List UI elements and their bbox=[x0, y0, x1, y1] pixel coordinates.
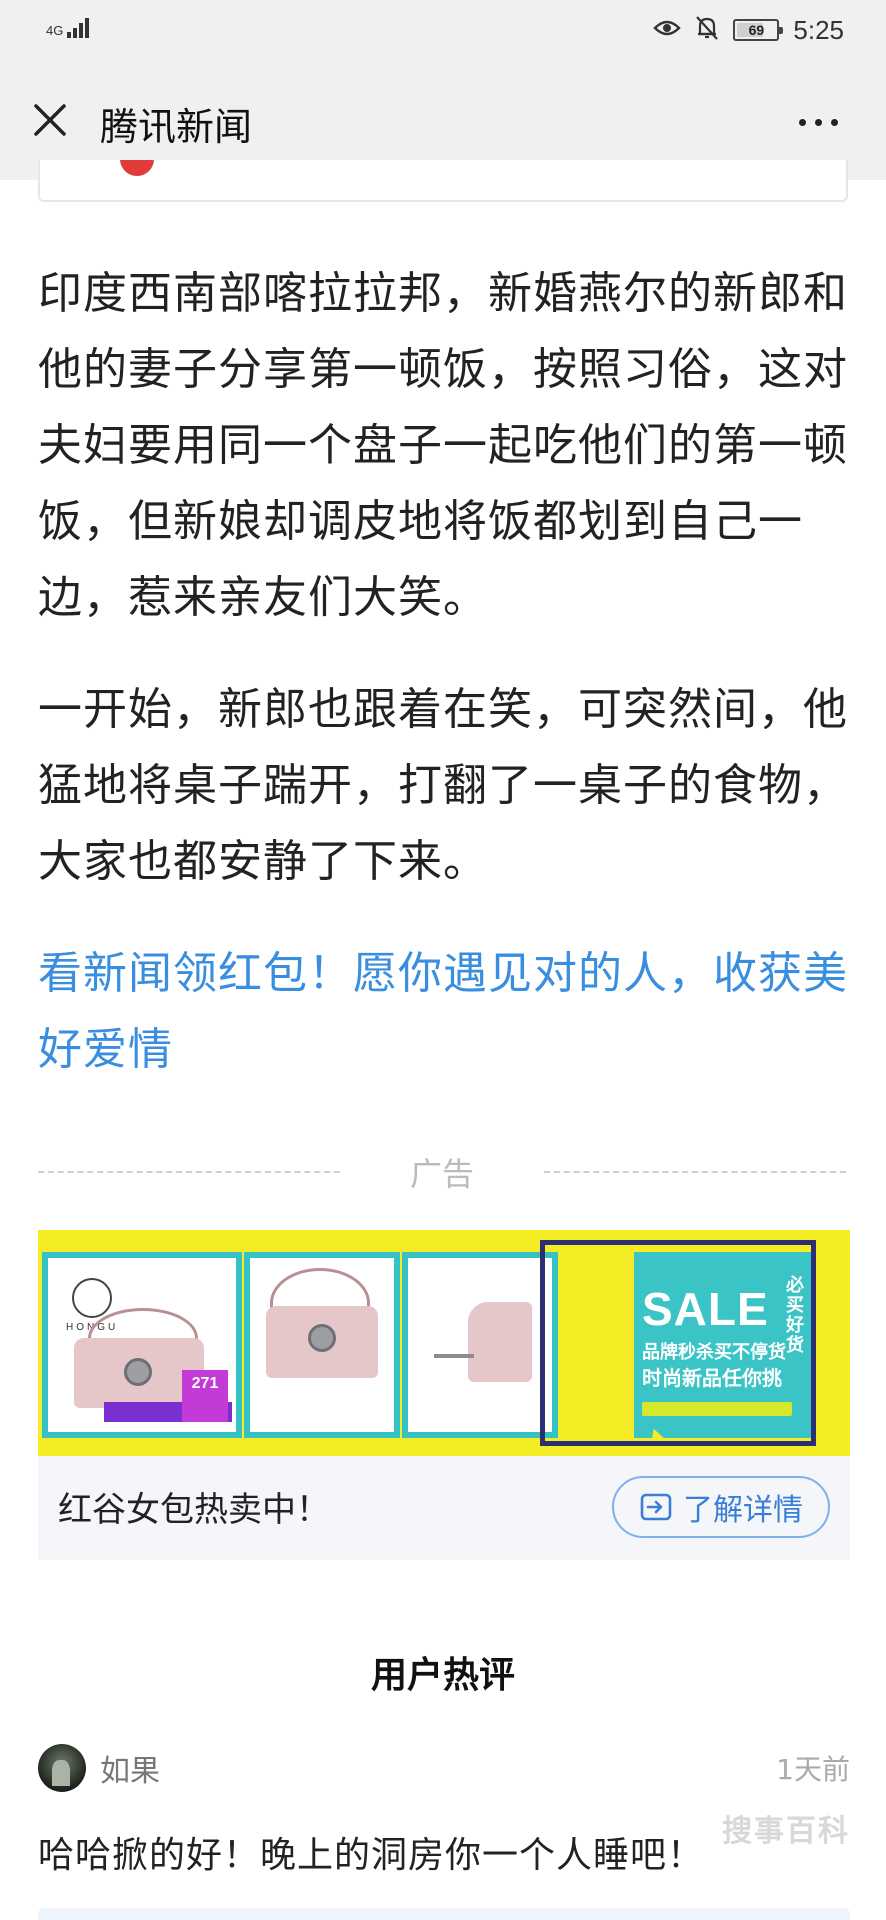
divider-line bbox=[38, 1171, 340, 1173]
learn-more-label: 了解详情 bbox=[683, 1493, 803, 1528]
battery-icon: 69 bbox=[733, 19, 784, 41]
avatar[interactable] bbox=[38, 1744, 86, 1792]
scrolled-card[interactable] bbox=[38, 160, 848, 202]
handbag-image bbox=[266, 1306, 378, 1378]
comments-section-title: 用户热评 bbox=[370, 1655, 515, 1696]
ad-label: 广告 bbox=[410, 1155, 475, 1193]
clock: 5:25 bbox=[793, 14, 844, 45]
article-paragraph: 一开始，新郎也跟着在笑，可突然间，他猛地将桌子踹开，打翻了一桌子的食物，大家也都… bbox=[38, 684, 848, 887]
ad-banner-image[interactable]: HONGU 271 SALE 必买好货 品牌秒杀买不停货 时尚新品任你挑 bbox=[38, 1230, 850, 1456]
brand-logo-icon bbox=[72, 1278, 112, 1318]
comment-username[interactable]: 如果 bbox=[100, 1746, 160, 1790]
comment-text: 哈哈掀的好！晚上的洞房你一个人睡吧！ bbox=[38, 1835, 705, 1876]
learn-more-button[interactable]: 了解详情 bbox=[612, 1476, 830, 1538]
eye-icon bbox=[653, 18, 682, 42]
divider-line bbox=[544, 1171, 847, 1173]
network-type: 4G bbox=[46, 23, 64, 38]
more-dot-icon bbox=[814, 118, 822, 126]
signal-icon bbox=[67, 14, 90, 38]
mute-bell-icon bbox=[695, 15, 719, 45]
ad-panel: HONGU 271 bbox=[42, 1252, 242, 1438]
card-logo-icon bbox=[120, 160, 154, 176]
status-bar: 4G 69 5:25 bbox=[0, 0, 886, 62]
next-card-edge bbox=[38, 1908, 850, 1920]
article-body: 印度西南部喀拉拉邦，新婚燕尔的新郎和他的妻子分享第一顿饭，按照习俗，这对夫妇要用… bbox=[38, 256, 850, 1088]
ad-frame bbox=[540, 1240, 816, 1446]
ad-panel bbox=[244, 1252, 400, 1438]
comment-time: 1天前 bbox=[776, 1753, 850, 1786]
ad-card[interactable]: HONGU 271 SALE 必买好货 品牌秒杀买不停货 时尚新品任你挑 红谷女… bbox=[38, 1230, 850, 1560]
close-button[interactable] bbox=[28, 98, 72, 142]
price-badge: 271 bbox=[182, 1370, 228, 1422]
more-menu-button[interactable] bbox=[790, 102, 846, 142]
more-dot-icon bbox=[830, 118, 838, 126]
ad-divider: 广告 bbox=[38, 1150, 847, 1194]
handbag-side-image bbox=[468, 1302, 532, 1382]
close-icon bbox=[34, 104, 66, 136]
ad-caption: 红谷女包热卖中！ bbox=[58, 1490, 330, 1530]
battery-level: 69 bbox=[748, 22, 765, 38]
watermark-logo: 搜事百科 bbox=[722, 1814, 850, 1849]
open-link-icon bbox=[640, 1493, 672, 1521]
page-title: 腾讯新闻 bbox=[100, 105, 253, 149]
more-dot-icon bbox=[798, 118, 806, 126]
red-packet-promo-link[interactable]: 看新闻领红包！愿你遇见对的人，收获美好爱情 bbox=[38, 936, 850, 1088]
article-paragraph: 印度西南部喀拉拉邦，新婚燕尔的新郎和他的妻子分享第一顿饭，按照习俗，这对夫妇要用… bbox=[38, 268, 848, 623]
network-indicator: 4G bbox=[46, 14, 90, 38]
ad-panel bbox=[402, 1252, 558, 1438]
